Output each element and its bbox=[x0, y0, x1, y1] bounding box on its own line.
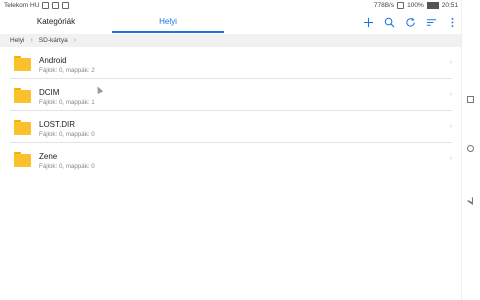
folder-icon bbox=[14, 120, 31, 135]
list-item[interactable]: Android Fájlok: 0, mappák: 2 › bbox=[10, 47, 452, 79]
search-icon bbox=[384, 17, 394, 27]
tab-local[interactable]: Helyi bbox=[112, 11, 224, 33]
status-left: Telekom HU bbox=[4, 2, 70, 9]
chevron-right-icon: › bbox=[30, 37, 33, 44]
folder-info: Fájlok: 0, mappák: 0 bbox=[39, 163, 95, 170]
notification-icon bbox=[42, 2, 50, 9]
folder-name: Android bbox=[39, 56, 67, 65]
toolbar-actions bbox=[362, 11, 458, 33]
refresh-button[interactable] bbox=[404, 16, 416, 28]
wifi-icon bbox=[397, 2, 405, 9]
more-vert-icon bbox=[451, 17, 453, 27]
home-button[interactable] bbox=[467, 145, 474, 152]
chevron-right-icon: › bbox=[449, 123, 452, 130]
breadcrumb-item-sd-card[interactable]: SD-kártya bbox=[39, 37, 68, 44]
folder-list: Android Fájlok: 0, mappák: 2 › DCIM Fájl… bbox=[0, 47, 462, 174]
search-button[interactable] bbox=[383, 16, 395, 28]
notification-icon bbox=[52, 2, 60, 9]
sort-icon bbox=[426, 18, 436, 26]
folder-info: Fájlok: 0, mappák: 2 bbox=[39, 67, 95, 74]
sort-button[interactable] bbox=[425, 16, 437, 28]
folder-name: DCIM bbox=[39, 88, 60, 97]
folder-icon bbox=[14, 56, 31, 71]
list-item[interactable]: LOST.DIR Fájlok: 0, mappák: 0 › bbox=[10, 111, 452, 143]
chevron-right-icon: › bbox=[449, 91, 452, 98]
recents-button[interactable] bbox=[467, 96, 474, 103]
folder-name: Zene bbox=[39, 152, 58, 161]
status-right: 778B/s 100% 20:51 bbox=[374, 2, 458, 9]
add-button[interactable] bbox=[362, 16, 374, 28]
breadcrumb: Helyi › SD-kártya › bbox=[0, 34, 462, 47]
folder-icon bbox=[14, 88, 31, 103]
carrier-label: Telekom HU bbox=[4, 2, 40, 9]
list-item[interactable]: DCIM Fájlok: 0, mappák: 1 › bbox=[10, 79, 452, 111]
folder-info: Fájlok: 0, mappák: 1 bbox=[39, 99, 95, 106]
battery-percent: 100% bbox=[407, 2, 424, 9]
refresh-icon bbox=[405, 17, 415, 27]
notification-icon bbox=[62, 2, 70, 9]
add-icon bbox=[363, 17, 373, 27]
clock: 20:51 bbox=[441, 2, 458, 9]
chevron-right-icon: › bbox=[449, 59, 452, 66]
list-item[interactable]: Zene Fájlok: 0, mappák: 0 › bbox=[10, 143, 452, 174]
back-button[interactable] bbox=[467, 197, 473, 205]
battery-icon bbox=[426, 2, 439, 9]
file-manager-app: Kategóriák Helyi Helyi › SD-kártya › And… bbox=[0, 11, 462, 300]
network-speed: 778B/s bbox=[373, 2, 395, 9]
system-navigation-bar bbox=[461, 0, 480, 300]
folder-name: LOST.DIR bbox=[39, 120, 76, 129]
chevron-right-icon: › bbox=[449, 155, 452, 162]
active-tab-indicator bbox=[112, 31, 224, 33]
tab-bar: Kategóriák Helyi bbox=[0, 11, 462, 33]
more-options-button[interactable] bbox=[446, 16, 458, 28]
breadcrumb-item-local[interactable]: Helyi bbox=[10, 37, 24, 44]
folder-info: Fájlok: 0, mappák: 0 bbox=[39, 131, 95, 138]
chevron-right-icon: › bbox=[73, 37, 77, 44]
folder-icon bbox=[14, 152, 31, 167]
tab-categories[interactable]: Kategóriák bbox=[0, 11, 112, 33]
status-bar: Telekom HU 778B/s 100% 20:51 bbox=[0, 0, 462, 11]
